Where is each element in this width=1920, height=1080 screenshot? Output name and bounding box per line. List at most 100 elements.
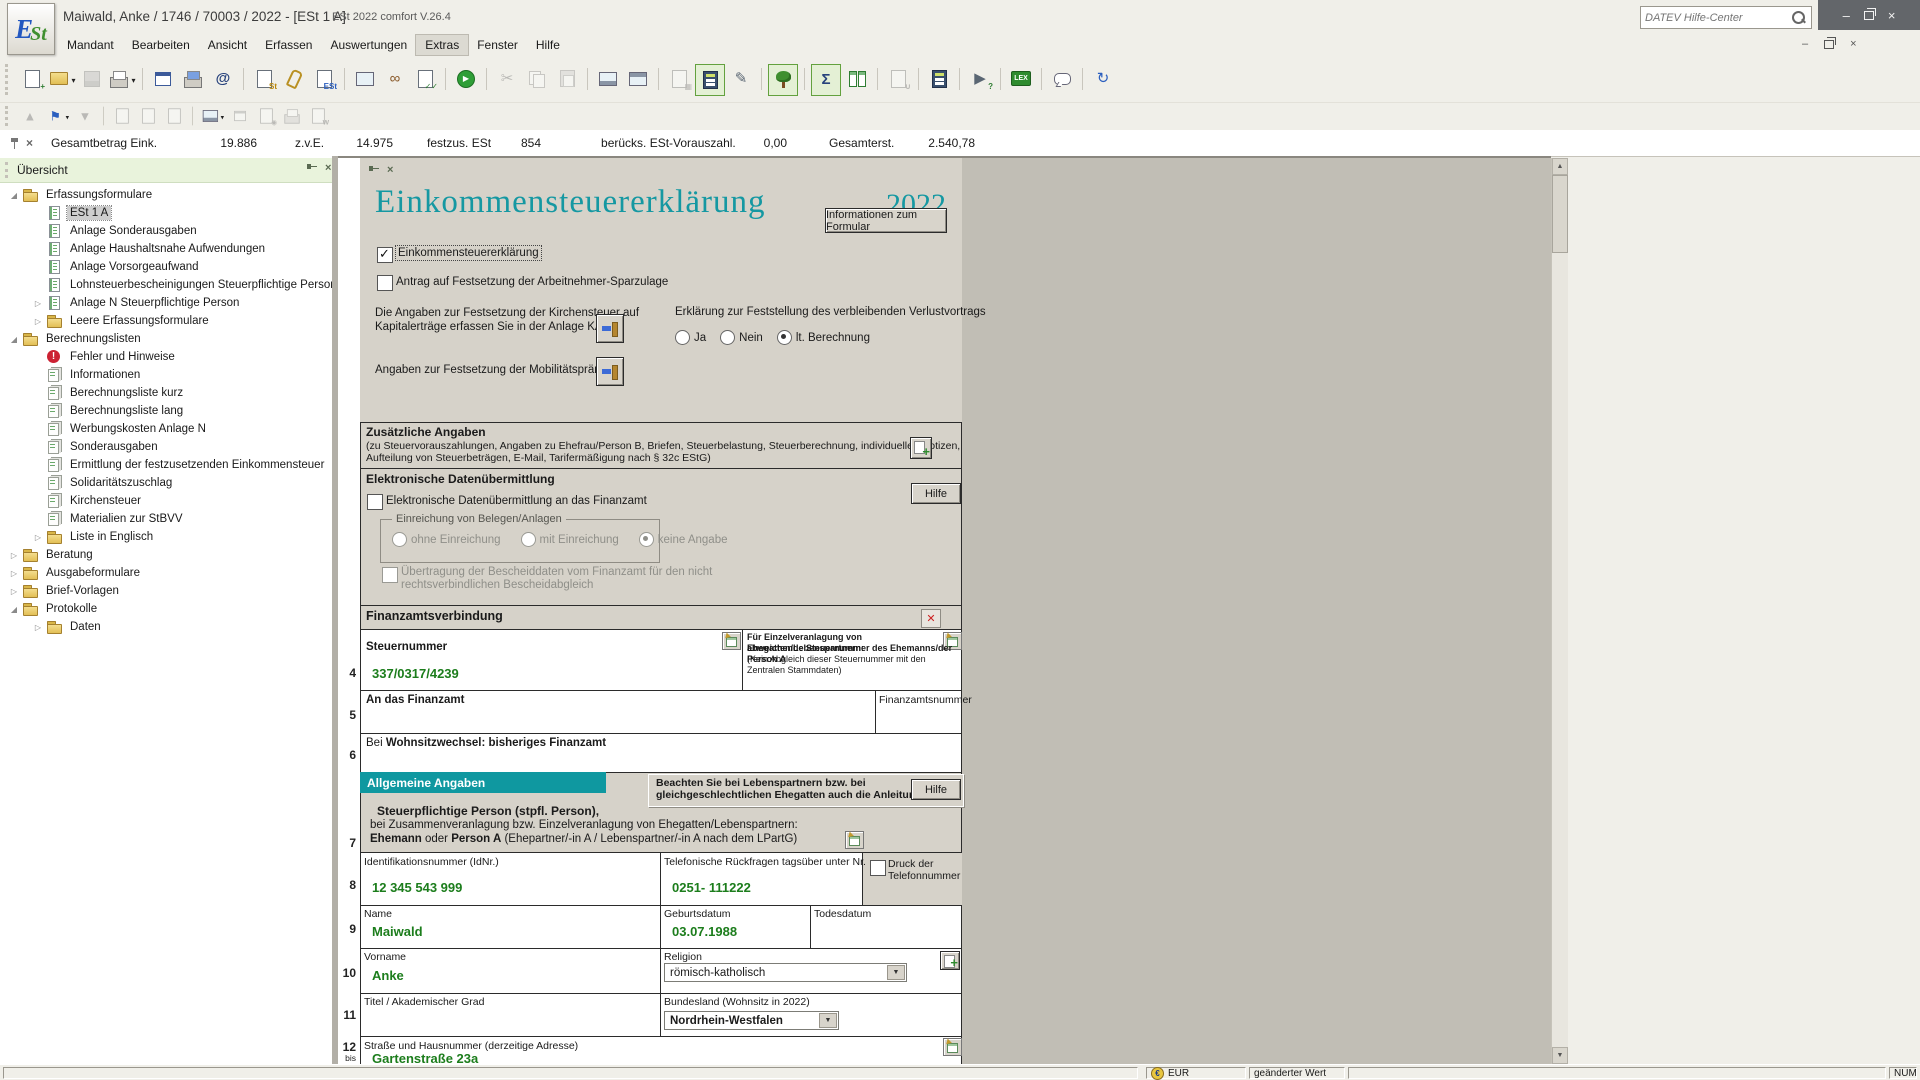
scroll-down-icon[interactable]: ▼ <box>1552 1047 1568 1064</box>
auto-hide-pin-icon[interactable] <box>306 162 319 171</box>
toolbar-button[interactable] <box>914 64 923 94</box>
add-details-icon[interactable] <box>910 437 932 459</box>
combo-arrow-icon[interactable]: ▼ <box>887 965 905 980</box>
close-panel-icon[interactable]: × <box>325 162 331 174</box>
est-declaration-checkbox[interactable] <box>377 247 393 263</box>
est-import-icon[interactable]: St <box>250 64 278 94</box>
tree-item[interactable]: ▷ Brief-Vorlagen <box>0 582 332 600</box>
tree-item[interactable]: Berechnungsliste lang <box>0 402 332 420</box>
vertical-scrollbar[interactable]: ▲ ▼ <box>1551 158 1568 1064</box>
handshake-icon[interactable]: ∞ <box>381 64 409 94</box>
tree-view-icon[interactable] <box>768 64 798 96</box>
tree-item[interactable]: ◢ Protokolle <box>0 600 332 618</box>
tree-expander-icon[interactable]: ◢ <box>8 335 20 344</box>
central-data-icon[interactable] <box>149 64 177 94</box>
copy-icon[interactable] <box>523 64 551 94</box>
print-icon[interactable] <box>108 64 136 94</box>
tree-item[interactable]: Anlage Sonderausgaben <box>0 222 332 240</box>
doc-attach-icon[interactable]: ∪ <box>884 64 912 94</box>
toolbar-button[interactable] <box>996 64 1005 94</box>
close-pane-icon[interactable]: × <box>387 164 393 176</box>
lex-icon[interactable]: LEX <box>1007 64 1035 94</box>
paste-icon[interactable] <box>553 64 581 94</box>
tree-item[interactable]: ◢ Erfassungsformulare <box>0 186 332 204</box>
print-list-icon[interactable] <box>282 107 302 126</box>
nav-up-icon[interactable]: ▲ <box>20 107 40 126</box>
toolbar-button[interactable] <box>654 64 663 94</box>
refresh-icon[interactable]: ↻ <box>1089 64 1117 94</box>
tree-expander-icon[interactable]: ▷ <box>32 299 44 308</box>
tree-item[interactable]: Lohnsteuerbescheinigungen Steuerpflichti… <box>0 276 332 294</box>
toolbar-button[interactable] <box>1037 64 1046 94</box>
scrollbar-thumb[interactable] <box>1552 175 1568 253</box>
calculator2-icon[interactable] <box>925 64 953 94</box>
tree-item[interactable]: ▷ Leere Erfassungsformulare <box>0 312 332 330</box>
toolbar-button[interactable] <box>583 64 592 94</box>
tree-item[interactable]: ▷ Daten <box>0 618 332 636</box>
tree-expander-icon[interactable]: ▷ <box>8 569 20 578</box>
radio-option[interactable]: ohne Einreichung <box>392 532 501 547</box>
menu-item[interactable]: Mandant <box>58 35 123 55</box>
columns-icon[interactable] <box>843 64 871 94</box>
new-document-icon[interactable]: + <box>18 64 46 94</box>
tree-item[interactable]: ▷ Ausgabeformulare <box>0 564 332 582</box>
menu-item[interactable]: Auswertungen <box>321 35 416 55</box>
tree-expander-icon[interactable]: ▷ <box>8 587 20 596</box>
bundesland-select[interactable]: Nordrhein-Westfalen▼ <box>664 1011 839 1030</box>
menu-item[interactable]: Ansicht <box>199 35 256 55</box>
tel-value[interactable]: 0251- 111222 <box>672 880 751 895</box>
email-icon[interactable]: @ <box>209 64 237 94</box>
page-middle-icon[interactable] <box>138 107 158 126</box>
toolbar-button[interactable] <box>482 64 491 94</box>
kap-jump-icon[interactable] <box>596 314 624 343</box>
toolbar-button[interactable] <box>189 107 197 126</box>
toolbar-button[interactable] <box>239 64 248 94</box>
menu-item[interactable]: Bearbeiten <box>123 35 199 55</box>
pin-icon[interactable] <box>10 137 20 150</box>
radio-option[interactable]: lt. Berechnung <box>777 330 870 345</box>
tree-item[interactable]: ◢ Berechnungslisten <box>0 330 332 348</box>
tree-expander-icon[interactable]: ▷ <box>32 533 44 542</box>
doc-preview-icon[interactable]: ◉ <box>256 107 276 126</box>
tree-item[interactable]: ▷ Liste in Englisch <box>0 528 332 546</box>
doc-restore-button[interactable] <box>1824 40 1834 49</box>
toolbar-button[interactable] <box>340 64 349 94</box>
tree-item[interactable]: Informationen <box>0 366 332 384</box>
tree-item[interactable]: Sonderausgaben <box>0 438 332 456</box>
vorname-value[interactable]: Anke <box>372 968 404 983</box>
religion-select[interactable]: römisch-katholisch▼ <box>664 963 907 982</box>
tree-expander-icon[interactable]: ◢ <box>8 605 20 614</box>
idnr-value[interactable]: 12 345 543 999 <box>372 880 462 895</box>
probe-pen-icon[interactable]: ✎ <box>727 64 755 94</box>
page-last-icon[interactable] <box>164 107 184 126</box>
checklist-icon[interactable]: ✓✓ <box>411 64 439 94</box>
tree-item[interactable]: Berechnungsliste kurz <box>0 384 332 402</box>
dock-bottom-icon[interactable] <box>594 64 622 94</box>
attachment-icon[interactable] <box>280 64 308 94</box>
restore-button[interactable] <box>1864 11 1874 20</box>
steuernummer-value[interactable]: 337/0317/4239 <box>372 666 459 681</box>
edt-help-button[interactable]: Hilfe <box>911 483 961 504</box>
toolbar-button[interactable] <box>955 64 964 94</box>
page-first-icon[interactable] <box>112 107 132 126</box>
dock-pin-icon[interactable] <box>368 164 381 173</box>
sparzulage-checkbox[interactable] <box>377 275 393 291</box>
toolbar-button[interactable] <box>800 64 809 94</box>
sum-icon[interactable]: Σ <box>811 64 841 96</box>
open-icon[interactable] <box>48 64 76 94</box>
toolbar-button[interactable] <box>1078 64 1087 94</box>
word-export-icon[interactable]: W <box>308 107 328 126</box>
grid-layout-icon[interactable] <box>230 107 250 126</box>
tree-item[interactable]: Fehler und Hinweise <box>0 348 332 366</box>
allg-help-button[interactable]: Hilfe <box>911 779 961 800</box>
jump-flag-icon[interactable]: ⚑ <box>46 107 69 126</box>
page-setup-icon[interactable] <box>179 64 207 94</box>
est-document-icon[interactable]: ESt <box>310 64 338 94</box>
toolbar-button[interactable] <box>757 64 766 94</box>
radio-option[interactable]: Nein <box>720 330 763 345</box>
toolbar-grip[interactable] <box>5 64 11 96</box>
person-data-lookup-icon[interactable] <box>845 831 864 849</box>
tree-item[interactable]: ESt 1 A <box>0 204 332 222</box>
doc-minimize-button[interactable]: – <box>1802 38 1808 50</box>
toolbar-button[interactable] <box>873 64 882 94</box>
